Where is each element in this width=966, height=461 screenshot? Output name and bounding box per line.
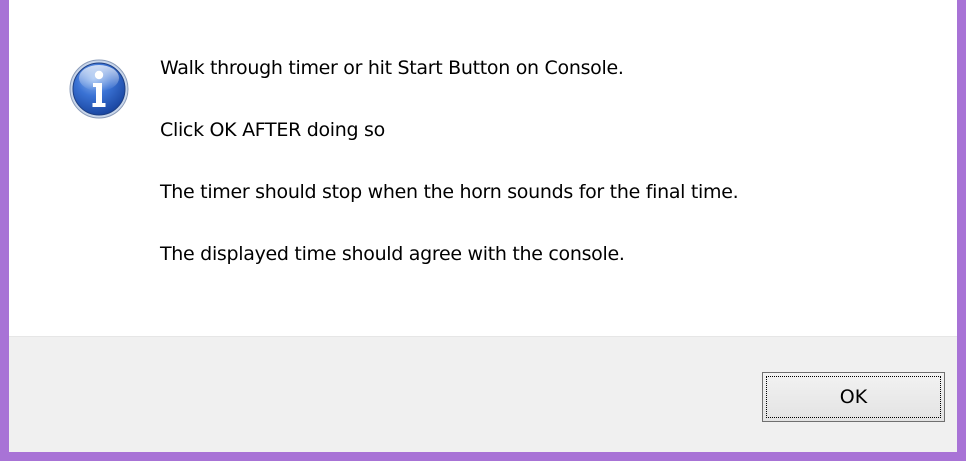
message-text: Walk through timer or hit Start Button o…	[160, 56, 739, 304]
information-icon	[69, 59, 129, 119]
ok-button-label: OK	[839, 386, 868, 408]
message-dialog: Walk through timer or hit Start Button o…	[0, 0, 966, 461]
message-line: The displayed time should agree with the…	[160, 243, 625, 265]
message-line: Click OK AFTER doing so	[160, 119, 385, 141]
message-line: Walk through timer or hit Start Button o…	[160, 57, 624, 79]
dialog-content: Walk through timer or hit Start Button o…	[9, 0, 957, 336]
dialog-button-bar: OK	[9, 336, 957, 452]
message-line: The timer should stop when the horn soun…	[160, 181, 739, 203]
ok-button[interactable]: OK	[762, 372, 945, 422]
